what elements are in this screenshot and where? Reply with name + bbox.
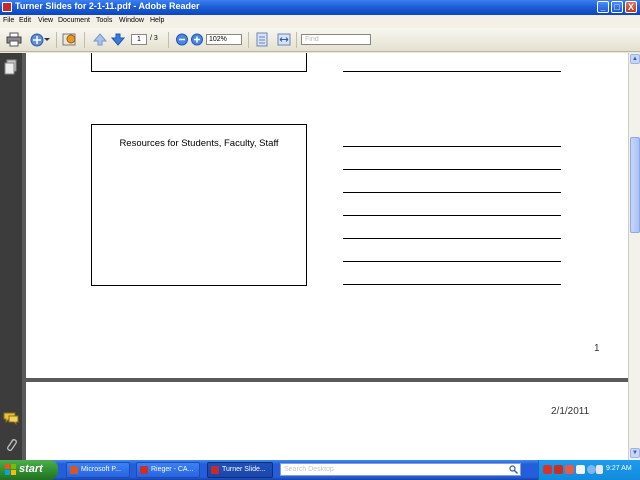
- toolbar-separator: [56, 32, 57, 48]
- collaborate-icon[interactable]: [62, 32, 78, 47]
- menu-document[interactable]: Document: [58, 17, 90, 24]
- powerpoint-icon: [70, 466, 78, 474]
- adobe-reader-icon: [211, 466, 219, 474]
- page-number: 1: [594, 343, 600, 354]
- volume-icon[interactable]: [596, 465, 603, 474]
- network-icon[interactable]: [587, 465, 596, 474]
- start-button[interactable]: start: [0, 460, 58, 480]
- tray-app-icon[interactable]: [576, 465, 585, 474]
- next-page-icon[interactable]: [110, 32, 126, 47]
- page-date: 2/1/2011: [551, 406, 590, 417]
- fit-width-icon[interactable]: [276, 32, 292, 47]
- menu-bar: File Edit View Document Tools Window Hel…: [0, 15, 640, 28]
- pdf-page: 2/1/2011: [26, 382, 628, 460]
- search-icon[interactable]: [509, 465, 518, 474]
- menu-edit[interactable]: Edit: [19, 17, 31, 24]
- desktop-search-input[interactable]: Search Desktop: [280, 463, 521, 476]
- zoom-in-icon[interactable]: [189, 32, 205, 47]
- menu-file[interactable]: File: [3, 17, 14, 24]
- taskbar-clock: 9:27 AM: [606, 465, 632, 472]
- start-label: start: [19, 463, 43, 475]
- tray-app-icon[interactable]: [543, 465, 552, 474]
- pdf-icon: [140, 466, 148, 474]
- minimize-button[interactable]: _: [597, 1, 609, 13]
- maximize-button[interactable]: □: [611, 1, 623, 13]
- note-line: [343, 192, 561, 193]
- taskbar-button-label: Microsoft P...: [81, 466, 121, 473]
- close-button[interactable]: X: [625, 1, 637, 13]
- system-tray: 9:27 AM: [538, 460, 640, 480]
- find-input[interactable]: Find: [301, 34, 371, 45]
- pages-panel-icon[interactable]: [4, 59, 18, 75]
- previous-page-icon[interactable]: [92, 32, 108, 47]
- taskbar-button-label: Rieger - CA...: [151, 466, 194, 473]
- tray-app-icon[interactable]: [554, 465, 563, 474]
- menu-window[interactable]: Window: [119, 17, 144, 24]
- taskbar-button-powerpoint[interactable]: Microsoft P...: [66, 462, 130, 478]
- toolbar-separator: [248, 32, 249, 48]
- toolbar-separator: [168, 32, 169, 48]
- share-dropdown-icon[interactable]: [44, 32, 50, 47]
- toolbar-separator: [296, 32, 297, 48]
- adobe-reader-icon: [2, 2, 12, 12]
- zoom-out-icon[interactable]: [174, 32, 190, 47]
- note-line: [343, 146, 561, 147]
- fit-page-icon[interactable]: [254, 32, 270, 47]
- taskbar-button-rieger[interactable]: Rieger - CA...: [136, 462, 200, 478]
- attachments-panel-icon[interactable]: [4, 437, 18, 453]
- scroll-down-icon[interactable]: ▼: [630, 448, 640, 458]
- window-title: Turner Slides for 2-1-11.pdf - Adobe Rea…: [15, 1, 200, 11]
- print-icon[interactable]: [6, 32, 22, 47]
- navigation-pane: [0, 53, 22, 460]
- window-titlebar: Turner Slides for 2-1-11.pdf - Adobe Rea…: [0, 0, 640, 15]
- note-line: [343, 215, 561, 216]
- scrollbar-thumb[interactable]: [630, 137, 640, 233]
- note-line: [343, 169, 561, 170]
- note-line: [343, 284, 561, 285]
- windows-logo-icon: [5, 464, 16, 475]
- pdf-page: Resources for Students, Faculty, Staff 1: [26, 53, 628, 378]
- taskbar-button-turner-slides[interactable]: Turner Slide...: [207, 462, 273, 478]
- menu-help[interactable]: Help: [150, 17, 164, 24]
- slide-title: Resources for Students, Faculty, Staff: [119, 138, 279, 149]
- vertical-scrollbar[interactable]: ▲ ▼: [628, 53, 640, 460]
- comments-panel-icon[interactable]: [3, 411, 19, 425]
- current-page-input[interactable]: 1: [131, 34, 147, 45]
- scroll-up-icon[interactable]: ▲: [630, 54, 640, 64]
- tray-app-icon[interactable]: [565, 465, 574, 474]
- note-line: [343, 71, 561, 72]
- toolbar-separator: [84, 32, 85, 48]
- slide-thumbnail: Resources for Students, Faculty, Staff: [91, 124, 307, 286]
- zoom-input[interactable]: 102%: [206, 34, 242, 45]
- menu-tools[interactable]: Tools: [96, 17, 112, 24]
- note-line: [343, 238, 561, 239]
- document-view[interactable]: Resources for Students, Faculty, Staff 1…: [22, 53, 628, 460]
- menu-view[interactable]: View: [38, 17, 53, 24]
- slide-thumbnail: [91, 53, 307, 72]
- page-total-label: / 3: [150, 35, 158, 42]
- taskbar-button-label: Turner Slide...: [222, 466, 266, 473]
- note-line: [343, 261, 561, 262]
